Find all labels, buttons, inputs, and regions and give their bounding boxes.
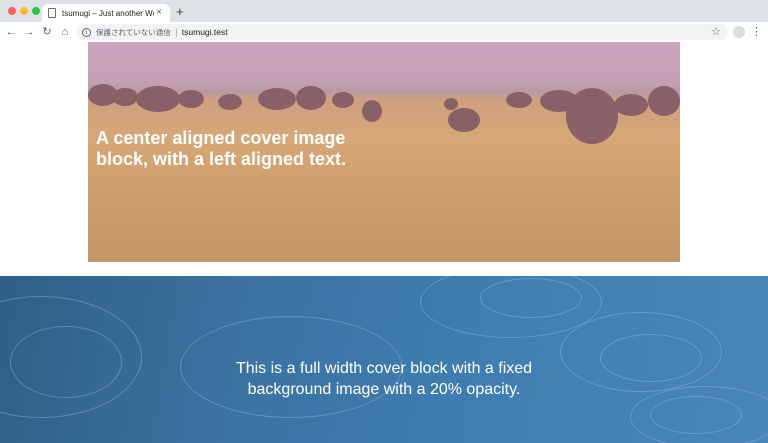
tree-shape xyxy=(332,92,354,108)
info-icon[interactable]: i xyxy=(82,27,91,37)
cover-block-full-width: This is a full width cover block with a … xyxy=(0,276,768,443)
cover-heading: A center aligned cover image block, with… xyxy=(96,128,347,169)
window-maximize-button[interactable] xyxy=(32,7,40,15)
window-close-button[interactable] xyxy=(8,7,16,15)
page-icon xyxy=(48,8,56,18)
tree-shape xyxy=(136,86,180,112)
tree-shape xyxy=(506,92,532,108)
browser-chrome: tsumugi – Just another WordP × + ← → ↻ ⌂… xyxy=(0,0,768,42)
tree-shape xyxy=(448,108,480,132)
back-icon[interactable]: ← xyxy=(4,24,18,40)
water-ripple xyxy=(650,396,742,434)
tree-shape xyxy=(566,88,618,144)
tree-shape xyxy=(296,86,326,110)
tree-shape xyxy=(258,88,296,110)
address-bar[interactable]: i 保護されていない通信 tsumugi.test xyxy=(76,24,728,40)
tree-shape xyxy=(178,90,204,108)
omnibox-divider xyxy=(175,27,177,37)
reload-icon[interactable]: ↻ xyxy=(40,24,54,40)
tree-shape xyxy=(648,86,680,116)
new-tab-button[interactable]: + xyxy=(176,5,184,19)
cover-full-text: This is a full width cover block with a … xyxy=(235,360,533,398)
browser-tab[interactable]: tsumugi – Just another WordP × xyxy=(42,4,170,22)
tree-shape xyxy=(614,94,648,116)
home-icon[interactable]: ⌂ xyxy=(58,24,72,40)
tab-title: tsumugi – Just another WordP xyxy=(62,8,154,18)
cover-block-center: A center aligned cover image block, with… xyxy=(88,42,680,262)
window-minimize-button[interactable] xyxy=(20,7,28,15)
tab-strip: tsumugi – Just another WordP × + xyxy=(0,0,768,22)
water-ripple xyxy=(600,334,702,382)
bookmark-star-icon[interactable]: ☆ xyxy=(711,24,721,40)
tree-shape xyxy=(218,94,242,110)
water-ripple xyxy=(10,326,122,398)
tab-close-icon[interactable]: × xyxy=(154,8,164,18)
tree-shape xyxy=(112,88,138,106)
forward-icon[interactable]: → xyxy=(22,24,36,40)
menu-icon[interactable]: ⋮ xyxy=(751,24,762,40)
profile-avatar[interactable] xyxy=(733,26,745,38)
url-text[interactable]: tsumugi.test xyxy=(182,27,228,37)
security-status: 保護されていない通信 xyxy=(96,27,171,37)
tree-shape xyxy=(444,98,458,110)
tree-shape xyxy=(362,100,382,122)
water-ripple xyxy=(480,278,582,318)
toolbar: ← → ↻ ⌂ i 保護されていない通信 tsumugi.test ☆ ⋮ xyxy=(0,22,768,42)
